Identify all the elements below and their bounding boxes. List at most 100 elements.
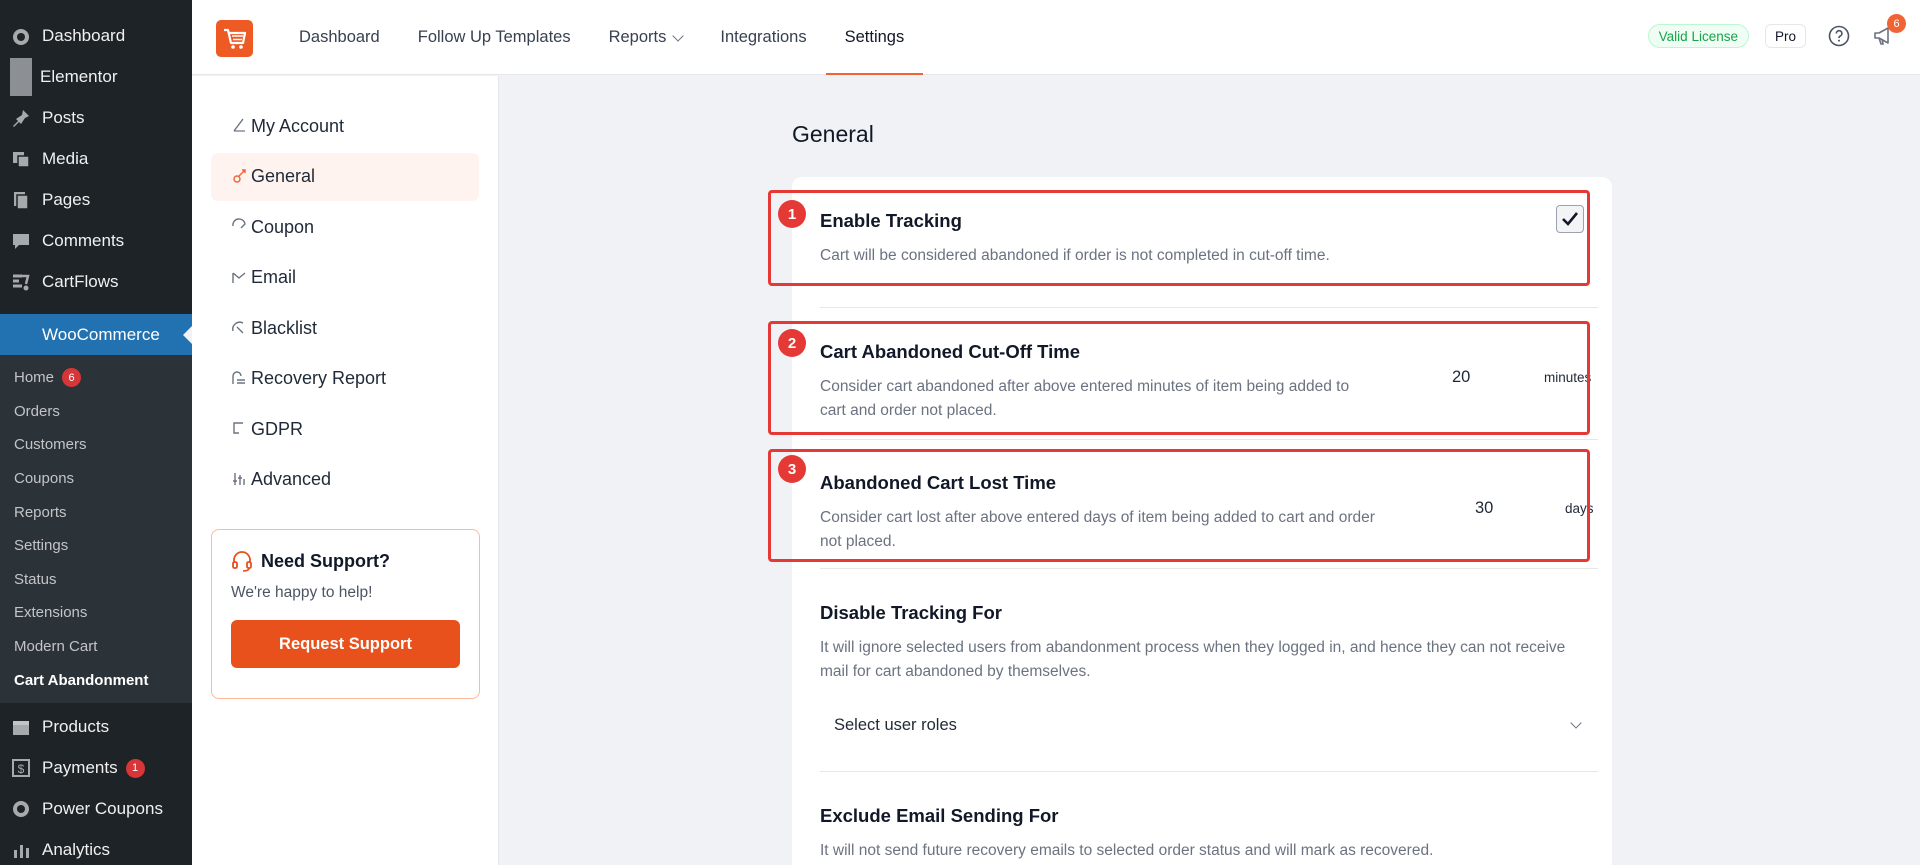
recovery-report-icon	[232, 370, 245, 384]
nav-label: Follow Up Templates	[417, 28, 571, 46]
blacklist-icon	[232, 321, 244, 334]
wp-menu-pages[interactable]: Pages	[0, 179, 192, 220]
wp-menu-label: Analytics	[42, 840, 111, 860]
wp-submenu-orders[interactable]: Orders	[0, 395, 192, 429]
user-roles-select[interactable]: Select user roles	[820, 705, 1598, 745]
support-title-text: Need Support?	[261, 550, 390, 571]
wp-submenu-customers[interactable]: Customers	[0, 428, 192, 462]
settings-nav-general[interactable]: General	[211, 152, 479, 201]
wp-menu-label: Media	[42, 148, 89, 168]
annotation-number-2: 2	[778, 329, 806, 357]
wp-menu-dashboard[interactable]: Dashboard	[0, 15, 192, 56]
woocommerce-submenu: Home 6 Orders Customers Coupons Reports …	[0, 355, 192, 703]
cart-logo-icon[interactable]	[216, 20, 253, 57]
support-card: Need Support? We're happy to help! Reque…	[211, 529, 480, 699]
wp-menu-label: Elementor	[40, 66, 118, 86]
settings-nav-label: Email	[251, 267, 297, 287]
support-title: Need Support?	[231, 550, 460, 572]
nav-label: Dashboard	[299, 28, 380, 46]
wp-admin-sidebar: Dashboard Elementor Posts Media Pages Co…	[0, 0, 192, 865]
settings-nav-label: Coupon	[251, 216, 315, 237]
wp-submenu-settings[interactable]: Settings	[0, 529, 192, 563]
account-icon	[233, 118, 245, 132]
wp-submenu-label: Coupons	[14, 470, 75, 488]
wp-submenu-label: Status	[14, 570, 57, 588]
top-nav: Dashboard Follow Up Templates Reports In…	[280, 0, 923, 75]
topbar-actions: Valid License Pro 6	[1647, 14, 1906, 48]
page-title: General	[792, 121, 874, 147]
chevron-down-icon	[672, 29, 685, 42]
wp-menu-posts[interactable]: Posts	[0, 97, 192, 138]
nav-dashboard[interactable]: Dashboard	[280, 0, 399, 75]
settings-nav-blacklist[interactable]: Blacklist	[211, 304, 479, 352]
wp-menu-comments[interactable]: Comments	[0, 220, 192, 261]
wp-submenu-label: Settings	[14, 537, 69, 555]
coupon-icon	[232, 218, 246, 229]
settings-nav-email[interactable]: Email	[211, 254, 479, 302]
wp-menu-payments[interactable]: $ Payments 1	[0, 748, 192, 789]
field-disable-tracking: Disable Tracking For It will ignore sele…	[820, 602, 1598, 684]
settings-nav-label: General	[251, 166, 316, 186]
notification-count-badge: 6	[1887, 14, 1906, 33]
wp-menu-label: Products	[42, 717, 110, 737]
wp-menu-label: Payments	[42, 758, 118, 778]
settings-nav-advanced[interactable]: Advanced	[211, 456, 479, 504]
settings-nav-my-account[interactable]: My Account	[211, 102, 479, 150]
request-support-button[interactable]: Request Support	[231, 620, 460, 668]
email-icon	[232, 271, 246, 283]
payments-icon: $	[10, 757, 32, 779]
wp-menu-cartflows[interactable]: CartFlows	[0, 261, 192, 302]
nav-reports[interactable]: Reports	[590, 0, 702, 75]
select-placeholder: Select user roles	[834, 715, 957, 734]
nav-follow-up-templates[interactable]: Follow Up Templates	[399, 0, 590, 75]
wp-menu-label: Posts	[42, 107, 85, 127]
settings-sidebar: My Account General Coupon Email Blacklis…	[192, 76, 499, 865]
wp-submenu-label: Extensions	[14, 604, 88, 622]
wp-submenu-label: Modern Cart	[14, 638, 98, 656]
settings-nav-coupon[interactable]: Coupon	[211, 203, 479, 251]
home-update-badge: 6	[62, 368, 82, 388]
divider	[820, 771, 1598, 772]
settings-nav-recovery-report[interactable]: Recovery Report	[211, 355, 479, 403]
wp-submenu-coupons[interactable]: Coupons	[0, 462, 192, 496]
wp-menu-analytics[interactable]: Analytics	[0, 830, 192, 865]
pin-icon	[10, 107, 32, 129]
media-icon	[10, 148, 32, 170]
field-title: Exclude Email Sending For	[820, 805, 1059, 826]
wp-menu-label: Comments	[42, 230, 125, 250]
field-description: It will not send future recovery emails …	[820, 842, 1434, 859]
advanced-icon	[233, 472, 245, 485]
announcement-icon[interactable]: 6	[1872, 14, 1906, 48]
wp-menu-label: CartFlows	[42, 271, 119, 291]
wp-submenu-extensions[interactable]: Extensions	[0, 596, 192, 630]
annotation-box-3	[768, 449, 1590, 562]
help-icon[interactable]	[1827, 24, 1851, 48]
wp-menu-media[interactable]: Media	[0, 138, 192, 179]
plan-badge: Pro	[1764, 24, 1806, 48]
wp-menu-label: Pages	[42, 189, 91, 209]
settings-nav-gdpr[interactable]: GDPR	[211, 405, 479, 453]
wp-menu-woocommerce[interactable]: WooCommerce	[0, 314, 192, 355]
svg-text:$: $	[18, 762, 25, 776]
wp-submenu-cart-abandonment[interactable]: Cart Abandonment	[0, 663, 192, 697]
nav-settings[interactable]: Settings	[825, 0, 924, 75]
analytics-icon	[10, 839, 32, 861]
wp-menu-power-coupons[interactable]: Power Coupons	[0, 789, 192, 830]
wp-submenu-status[interactable]: Status	[0, 563, 192, 597]
divider	[820, 439, 1598, 440]
settings-nav-label: Blacklist	[251, 317, 318, 338]
payments-badge: 1	[125, 758, 145, 778]
wp-submenu-label: Reports	[14, 503, 67, 521]
nav-integrations[interactable]: Integrations	[701, 0, 825, 75]
settings-nav-label: GDPR	[251, 418, 304, 439]
cartflows-icon	[10, 271, 32, 293]
field-description: It will ignore selected users from aband…	[820, 639, 1566, 680]
wp-submenu-home[interactable]: Home 6	[0, 361, 192, 395]
wp-menu-elementor[interactable]: Elementor	[0, 56, 192, 97]
annotation-number-1: 1	[778, 200, 806, 228]
products-icon	[10, 716, 32, 738]
wp-submenu-modern-cart[interactable]: Modern Cart	[0, 630, 192, 664]
wp-submenu-reports[interactable]: Reports	[0, 495, 192, 529]
comment-icon	[10, 230, 32, 252]
wp-menu-products[interactable]: Products	[0, 707, 192, 748]
